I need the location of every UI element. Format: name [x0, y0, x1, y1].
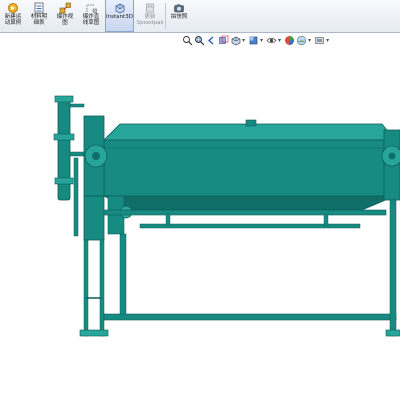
bill-of-materials-label: 材料明 细表	[30, 14, 48, 27]
explode-line-sketch-label: 爆炸直 线草图	[82, 14, 100, 27]
left-cylinder-collar	[53, 133, 75, 141]
previous-view-icon[interactable]	[206, 35, 217, 46]
top-bracket	[245, 119, 257, 127]
left-pivot-hub	[92, 152, 100, 160]
exploded-view-button[interactable]: 爆炸视 图	[54, 0, 76, 32]
take-snapshot-label: 拍快照	[170, 14, 188, 20]
bill-of-materials-icon	[34, 2, 44, 14]
lower-shaft-bracket-left	[165, 213, 171, 227]
explode-line-sketch-button[interactable]: 爆炸直 线草图	[79, 0, 103, 32]
new-motion-study-icon	[8, 3, 18, 13]
instant3d-label: Instant3D	[106, 14, 133, 20]
update-speedpak-button[interactable]: 更新 Speedpak	[136, 0, 164, 32]
hopper-front-face	[103, 139, 396, 197]
chevron-down-icon[interactable]: ▾	[326, 37, 329, 44]
instant3d-button[interactable]: Instant3D	[105, 0, 134, 32]
left-frame-lower	[83, 195, 105, 241]
graphics-area[interactable]	[0, 48, 400, 400]
exploded-view-label: 爆炸视 图	[56, 14, 74, 27]
center-post	[119, 233, 127, 315]
bending-machine-model	[53, 95, 400, 337]
left-foot	[79, 329, 109, 337]
view-settings-icon[interactable]	[314, 35, 325, 46]
toolbar-separator	[165, 3, 166, 29]
left-cylinder-cap	[54, 95, 74, 103]
new-motion-study-button[interactable]: 新建运 动算例	[1, 0, 25, 32]
right-pivot-hub	[388, 152, 396, 160]
hopper-top-face	[103, 123, 396, 141]
right-foot	[385, 329, 400, 337]
tie-bar	[103, 313, 397, 321]
hide-show-items-icon[interactable]	[266, 35, 277, 46]
chevron-down-icon[interactable]: ▾	[260, 37, 263, 44]
new-motion-study-label: 新建运 动算例	[4, 14, 22, 27]
chevron-down-icon[interactable]: ▾	[308, 37, 311, 44]
right-leg	[389, 199, 397, 337]
zoom-to-fit-icon[interactable]	[182, 35, 193, 46]
left-linkage-rod	[69, 103, 85, 108]
edit-appearance-icon[interactable]	[284, 35, 295, 46]
take-snapshot-icon	[174, 4, 184, 13]
view-orientation-icon[interactable]	[230, 35, 241, 46]
left-leg-inner	[99, 239, 105, 337]
heads-up-view-toolbar: ▾ ▾ ▾ ▾ ▾	[182, 34, 332, 47]
hopper-bottom-taper	[103, 195, 396, 211]
chevron-down-icon[interactable]: ▾	[242, 37, 245, 44]
zoom-to-area-icon[interactable]	[194, 35, 205, 46]
section-view-icon[interactable]	[218, 35, 229, 46]
update-speedpak-label: 更新 Speedpak	[136, 14, 164, 27]
take-snapshot-button[interactable]: 拍快照	[168, 0, 190, 32]
instant3d-icon	[115, 3, 124, 14]
explode-line-sketch-icon	[86, 4, 97, 13]
update-speedpak-icon	[146, 3, 154, 13]
command-manager-toolbar: 新建运 动算例 材料明 细表 爆炸视 图 爆炸直 线草图 Instant3D 更…	[0, 0, 400, 33]
bill-of-materials-button[interactable]: 材料明 细表	[28, 0, 50, 32]
exploded-view-icon	[59, 2, 71, 14]
lower-shaft-bracket-right	[323, 213, 329, 227]
apply-scene-icon[interactable]	[296, 35, 307, 46]
display-style-icon[interactable]	[248, 35, 259, 46]
left-leg-outer	[83, 239, 89, 337]
model-body	[53, 95, 400, 337]
left-cylinder-base	[54, 177, 74, 185]
left-cylinder	[57, 99, 71, 201]
drive-shaft	[103, 209, 387, 216]
left-vertical-rod	[73, 157, 79, 237]
chevron-down-icon[interactable]: ▾	[278, 37, 281, 44]
